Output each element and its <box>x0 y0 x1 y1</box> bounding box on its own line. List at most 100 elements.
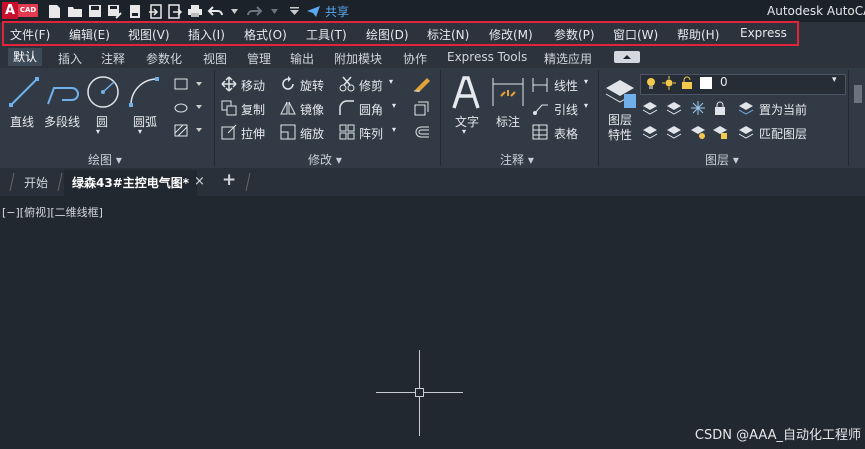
tab-featured-apps[interactable]: 精选应用 <box>544 50 592 67</box>
layer-unlock-all-icon[interactable] <box>712 124 728 140</box>
circle-dropdown-icon[interactable]: ▾ <box>96 127 100 136</box>
layer-lock-icon[interactable] <box>712 100 728 116</box>
match-layer-label[interactable]: 匹配图层 <box>759 125 807 142</box>
ribbon-minimize-button[interactable] <box>614 51 640 63</box>
polyline-icon[interactable] <box>46 76 82 108</box>
mirror-label[interactable]: 镜像 <box>300 101 324 118</box>
set-current-icon[interactable] <box>738 100 754 116</box>
share-button[interactable]: 共享 <box>306 2 349 20</box>
layer-on-all-icon[interactable] <box>666 124 682 140</box>
layer-freeze-icon[interactable] <box>690 100 706 116</box>
set-current-label[interactable]: 置为当前 <box>759 101 807 118</box>
layer-off-icon[interactable] <box>666 100 682 116</box>
dimension-icon[interactable] <box>491 76 525 108</box>
modify-panel-title[interactable]: 修改 ▾ <box>308 151 342 168</box>
match-layer-icon[interactable] <box>738 124 754 140</box>
customize-icon[interactable] <box>286 3 303 20</box>
tab-insert[interactable]: 插入 <box>58 50 82 67</box>
arc-dropdown-icon[interactable]: ▾ <box>138 127 142 136</box>
tab-manage[interactable]: 管理 <box>247 50 271 67</box>
new-icon[interactable] <box>46 3 63 20</box>
tab-parametric[interactable]: 参数化 <box>146 50 182 67</box>
offset-icon[interactable] <box>413 124 431 140</box>
tab-output[interactable]: 输出 <box>290 50 314 67</box>
stretch-icon[interactable] <box>221 124 237 140</box>
array-label[interactable]: 阵列 <box>359 125 383 142</box>
leader-dropdown-icon[interactable]: ▾ <box>584 101 588 110</box>
ellipse-icon[interactable] <box>174 101 204 115</box>
plot-icon[interactable] <box>186 3 203 20</box>
layer-thaw-all-icon[interactable] <box>690 124 706 140</box>
add-tab-icon[interactable]: + <box>222 170 236 190</box>
export-icon[interactable] <box>166 3 183 20</box>
polyline-label[interactable]: 多段线 <box>44 113 80 130</box>
rotate-icon[interactable] <box>280 76 296 92</box>
copy-icon[interactable] <box>221 100 237 116</box>
move-icon[interactable] <box>221 76 237 92</box>
tab-annotate[interactable]: 注释 <box>101 50 125 67</box>
text-dropdown-icon[interactable]: ▾ <box>462 127 466 136</box>
tab-default[interactable]: 默认 <box>8 48 43 66</box>
stretch-label[interactable]: 拉伸 <box>241 125 265 142</box>
layer-properties-icon[interactable] <box>604 76 638 110</box>
annotation-panel-title[interactable]: 注释 ▾ <box>500 151 534 168</box>
array-dropdown-icon[interactable]: ▾ <box>392 125 396 134</box>
trim-icon[interactable] <box>339 76 355 92</box>
arc-icon[interactable] <box>128 76 162 108</box>
close-icon[interactable]: × <box>194 174 205 189</box>
layer-unisolate-icon[interactable] <box>642 124 658 140</box>
trim-dropdown-icon[interactable]: ▾ <box>389 77 393 86</box>
layer-dropdown-arrow[interactable]: ▾ <box>832 75 837 85</box>
copy-label[interactable]: 复制 <box>241 101 265 118</box>
layer-isolate-icon[interactable] <box>642 100 658 116</box>
circle-icon[interactable] <box>86 75 120 109</box>
linear-icon[interactable] <box>532 77 548 93</box>
save-as-icon[interactable] <box>106 3 123 20</box>
leader-icon[interactable] <box>532 100 548 116</box>
mirror-icon[interactable] <box>280 100 296 116</box>
layers-panel-title[interactable]: 图层 ▾ <box>705 151 739 168</box>
doc-tab-active[interactable]: 绿森43#主控电气图* <box>64 170 198 196</box>
tab-view[interactable]: 视图 <box>203 50 227 67</box>
move-label[interactable]: 移动 <box>241 77 265 94</box>
tab-collaborate[interactable]: 协作 <box>403 50 427 67</box>
array-icon[interactable] <box>339 124 355 140</box>
line-icon[interactable] <box>8 76 40 108</box>
text-icon[interactable] <box>450 74 482 110</box>
layer-properties-label-2[interactable]: 特性 <box>608 126 632 143</box>
leader-label[interactable]: 引线 <box>554 101 578 118</box>
tab-addins[interactable]: 附加模块 <box>334 50 382 67</box>
open-icon[interactable] <box>66 3 83 20</box>
viewport-controls[interactable]: [−][俯视][二维线框] <box>2 204 103 220</box>
undo-dropdown-icon[interactable] <box>226 3 243 20</box>
table-label[interactable]: 表格 <box>554 125 578 142</box>
linear-dropdown-icon[interactable]: ▾ <box>584 77 588 86</box>
scale-icon[interactable] <box>280 124 296 140</box>
fillet-label[interactable]: 圆角 <box>359 101 383 118</box>
tab-express-tools[interactable]: Express Tools <box>447 50 527 64</box>
dimension-label[interactable]: 标注 <box>496 113 520 130</box>
draw-panel-title[interactable]: 绘图 ▾ <box>88 151 122 168</box>
redo-dropdown-icon[interactable] <box>266 3 283 20</box>
doc-tab-start[interactable]: 开始 <box>24 174 48 191</box>
save-icon[interactable] <box>86 3 103 20</box>
import-icon[interactable] <box>146 3 163 20</box>
app-logo[interactable]: A CAD <box>2 2 38 19</box>
scale-label[interactable]: 缩放 <box>300 125 324 142</box>
redo-icon[interactable] <box>246 3 263 20</box>
trim-label[interactable]: 修剪 <box>359 77 383 94</box>
undo-icon[interactable] <box>206 3 223 20</box>
table-icon[interactable] <box>532 124 548 140</box>
hatch-icon[interactable] <box>174 124 204 138</box>
fillet-icon[interactable] <box>339 100 355 116</box>
publish-icon[interactable] <box>126 3 143 20</box>
linear-label[interactable]: 线性 <box>554 77 578 94</box>
explode-icon[interactable] <box>413 100 431 116</box>
line-label[interactable]: 直线 <box>10 113 34 130</box>
rectangle-icon[interactable] <box>174 78 204 92</box>
arc-label[interactable]: 圆弧 <box>133 113 157 130</box>
next-panel-icon[interactable] <box>852 84 864 104</box>
erase-icon[interactable] <box>413 76 431 92</box>
text-label[interactable]: 文字 <box>455 113 479 130</box>
fillet-dropdown-icon[interactable]: ▾ <box>392 101 396 110</box>
